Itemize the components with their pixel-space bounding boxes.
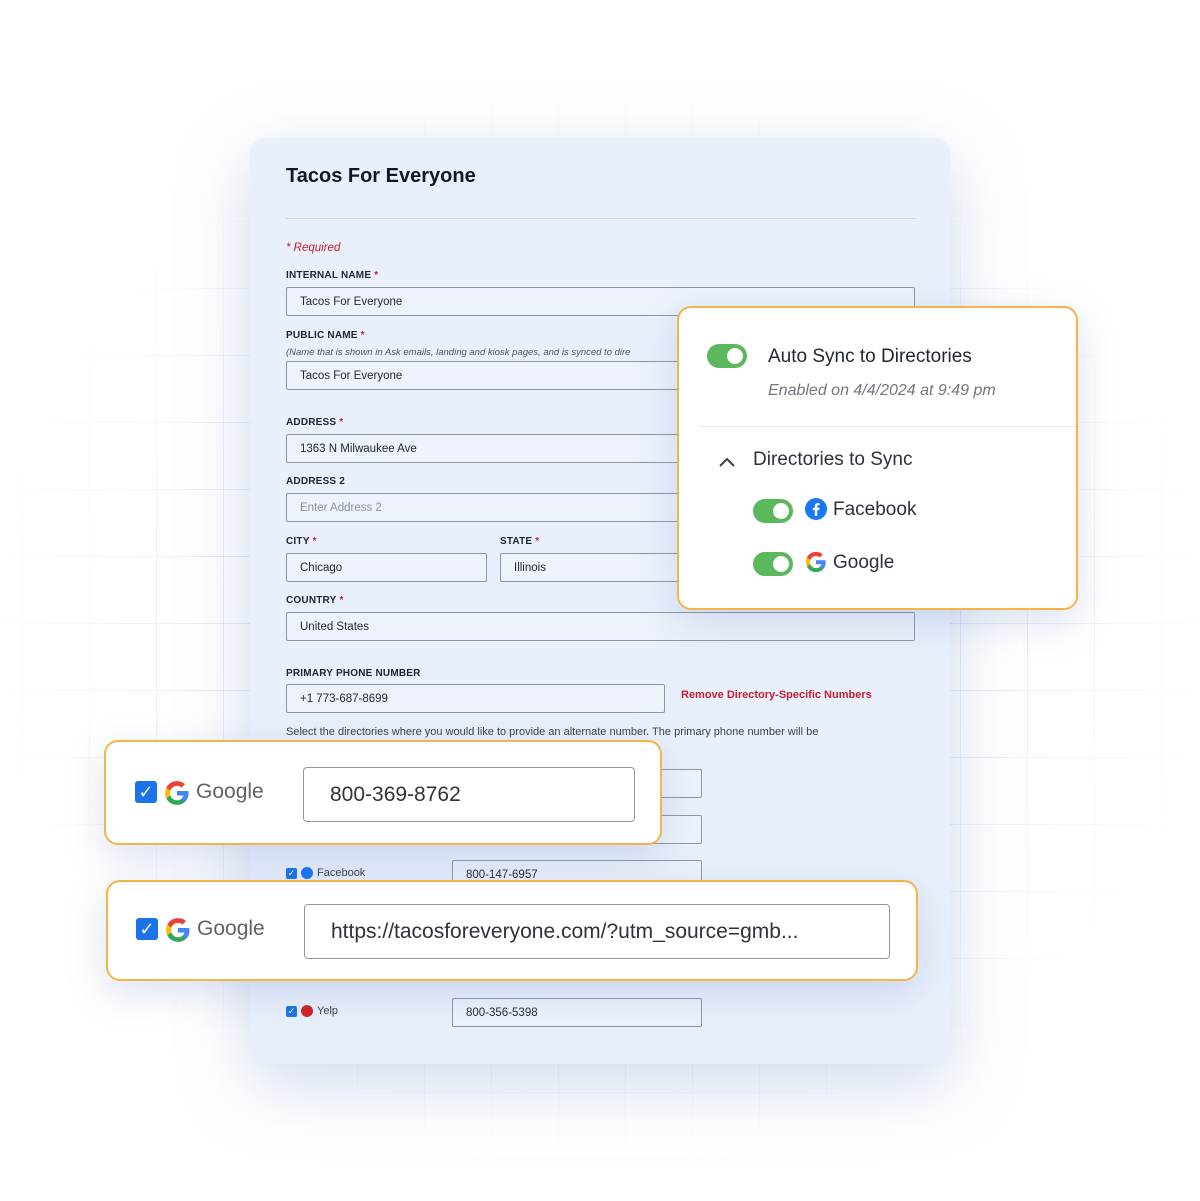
public-name-helper: (Name that is shown in Ask emails, landi…: [286, 347, 631, 358]
google-phone-checkbox[interactable]: ✓: [135, 781, 157, 803]
google-url-input[interactable]: https://tacosforeveryone.com/?utm_source…: [304, 904, 890, 959]
yelp-icon: [301, 1005, 313, 1017]
auto-sync-card: Auto Sync to Directories Enabled on 4/4/…: [677, 306, 1078, 610]
yelp-checkbox[interactable]: ✓: [286, 1005, 297, 1017]
primary-phone-label: PRIMARY PHONE NUMBER: [286, 668, 421, 679]
auto-sync-toggle[interactable]: [707, 344, 747, 368]
alternate-number-instructions: Select the directories where you would l…: [286, 726, 819, 738]
google-icon: [805, 551, 827, 573]
country-select[interactable]: United States: [286, 612, 915, 641]
facebook-sync-toggle[interactable]: [753, 499, 793, 523]
google-url-card: ✓ Google https://tacosforeveryone.com/?u…: [106, 880, 918, 981]
google-sync-toggle[interactable]: [753, 552, 793, 576]
country-label: COUNTRY *: [286, 595, 344, 606]
google-icon: [165, 917, 191, 943]
city-label: CITY *: [286, 536, 317, 547]
yelp-label: Yelp: [317, 1005, 339, 1017]
facebook-checkbox[interactable]: ✓: [286, 867, 297, 879]
public-name-label: PUBLIC NAME *: [286, 330, 365, 341]
remove-directory-numbers-link[interactable]: Remove Directory-Specific Numbers: [681, 689, 872, 701]
google-phone-card: ✓ Google 800-369-8762: [104, 740, 662, 845]
google-phone-input[interactable]: 800-369-8762: [303, 767, 635, 822]
facebook-icon: [805, 498, 827, 520]
directory-row-facebook[interactable]: ✓ Facebook: [286, 867, 365, 879]
facebook-label: Facebook: [317, 867, 366, 879]
yelp-number-input[interactable]: 800-356-5398: [452, 998, 702, 1027]
primary-phone-input[interactable]: +1 773-687-8699: [286, 684, 665, 713]
page-title: Tacos For Everyone: [286, 165, 476, 187]
google-url-label: Google: [197, 917, 265, 940]
state-label: STATE *: [500, 536, 540, 547]
auto-sync-enabled-date: Enabled on 4/4/2024 at 9:49 pm: [768, 382, 996, 399]
facebook-icon: [301, 867, 313, 879]
directories-to-sync-title: Directories to Sync: [753, 449, 913, 470]
title-divider: [286, 218, 916, 219]
google-sync-label: Google: [833, 552, 895, 573]
google-phone-label: Google: [196, 780, 264, 803]
address2-label: ADDRESS 2: [286, 476, 346, 487]
chevron-up-icon[interactable]: [717, 452, 737, 472]
required-note: * Required: [286, 242, 341, 254]
google-url-checkbox[interactable]: ✓: [136, 918, 158, 940]
address-label: ADDRESS *: [286, 417, 344, 428]
auto-sync-label: Auto Sync to Directories: [768, 346, 972, 367]
directory-row-yelp[interactable]: ✓ Yelp: [286, 1005, 338, 1017]
sync-divider: [699, 426, 1076, 427]
city-input[interactable]: Chicago: [286, 553, 487, 582]
google-icon: [164, 780, 190, 806]
internal-name-label: INTERNAL NAME *: [286, 270, 379, 281]
facebook-sync-label: Facebook: [833, 499, 917, 520]
